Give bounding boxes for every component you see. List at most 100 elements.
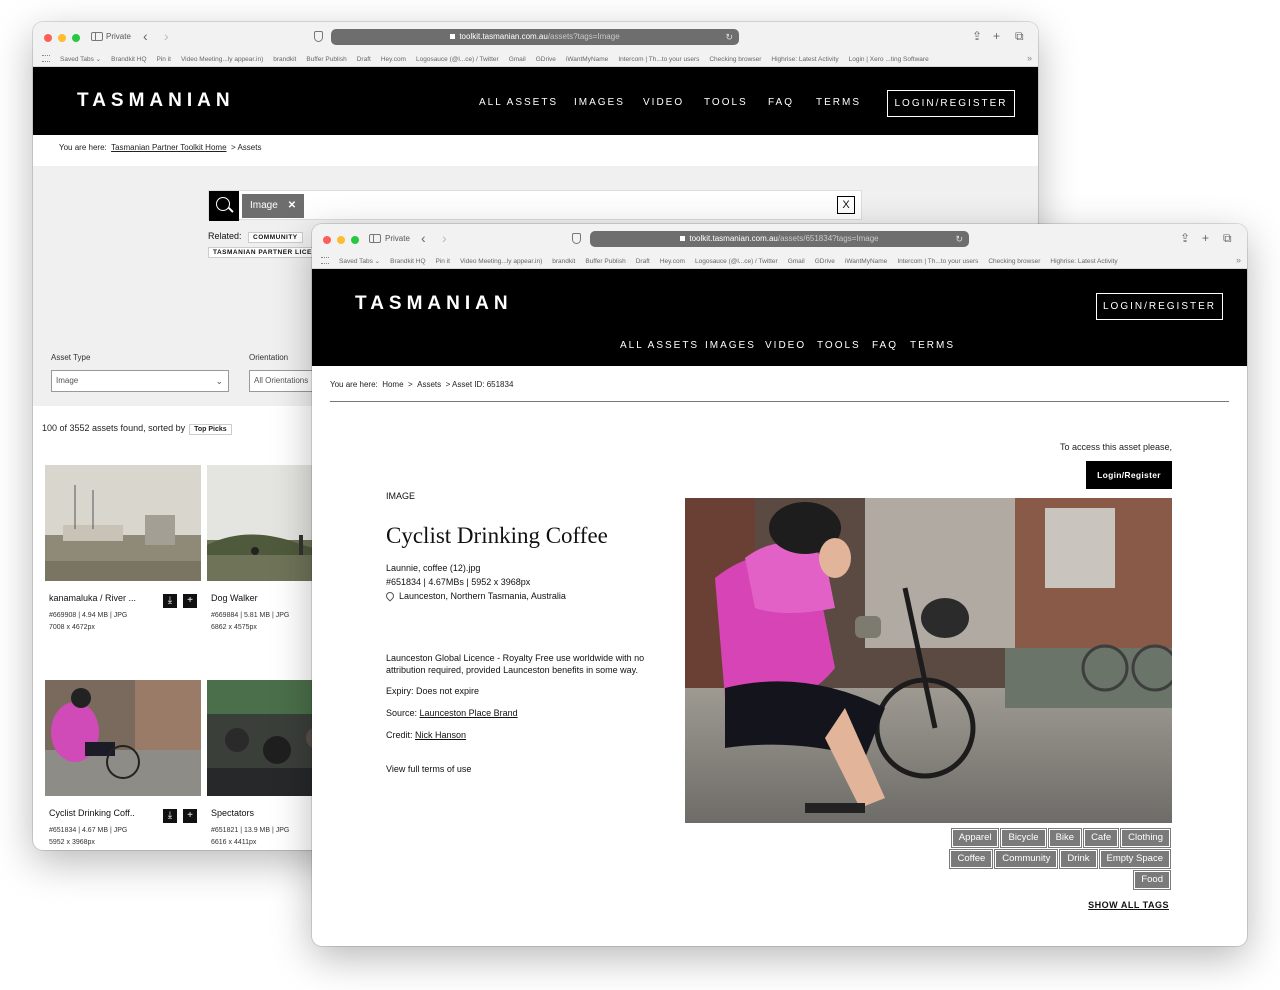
share-icon[interactable]: ⇪ [972, 29, 982, 43]
more-favorites-icon[interactable]: » [1236, 255, 1241, 265]
new-tab-icon[interactable]: + [1202, 231, 1209, 245]
address-bar[interactable]: toolkit.tasmanian.com.au/assets?tags=Ima… [331, 29, 739, 45]
nav-all-assets[interactable]: ALL ASSETS [620, 340, 699, 351]
share-icon[interactable]: ⇪ [1180, 231, 1190, 245]
tag-chip[interactable]: Community [994, 849, 1059, 869]
sort-select[interactable]: Top Picks [189, 424, 232, 435]
sidebar-icon[interactable] [369, 234, 381, 243]
breadcrumb-home-link[interactable]: Home [382, 380, 403, 389]
tag-chip[interactable]: Apparel [950, 828, 1000, 848]
add-to-lightbox-icon[interactable]: + [183, 809, 197, 823]
nav-terms[interactable]: TERMS [816, 97, 861, 108]
nav-terms[interactable]: TERMS [910, 340, 955, 351]
favorite-item[interactable]: iWantMyName [845, 258, 887, 265]
clear-search-button[interactable]: X [837, 196, 855, 214]
tab-overview-icon[interactable]: ⧉ [1015, 29, 1024, 44]
reload-icon[interactable]: ↻ [955, 231, 963, 247]
favorite-item[interactable]: Brandkit HQ [390, 258, 425, 265]
favorite-item[interactable]: Hey.com [381, 56, 406, 63]
favorites-grid-icon[interactable] [42, 55, 50, 62]
favorite-item[interactable]: Intercom | Th...to your users [897, 258, 978, 265]
favorite-item[interactable]: Buffer Publish [585, 258, 625, 265]
asset-thumbnail[interactable] [45, 680, 201, 796]
favorite-item[interactable]: Buffer Publish [306, 56, 346, 63]
shield-icon[interactable] [314, 31, 323, 42]
address-bar[interactable]: toolkit.tasmanian.com.au/assets/651834?t… [590, 231, 969, 247]
tag-chip[interactable]: Coffee [949, 849, 994, 869]
close-window-button[interactable] [323, 236, 331, 244]
favorite-item[interactable]: iWantMyName [566, 56, 608, 63]
favorite-item[interactable]: Highrise: Latest Activity [1050, 258, 1117, 265]
nav-all-assets[interactable]: ALL ASSETS [479, 97, 558, 108]
favorite-item[interactable]: Checking browser [988, 258, 1040, 265]
asset-card[interactable]: kanamaluka / River ... ⤓ + #669908 | 4.9… [45, 465, 201, 631]
terms-link[interactable]: View full terms of use [386, 764, 471, 774]
favorite-item[interactable]: Draft [636, 258, 650, 265]
breadcrumb-home-link[interactable]: Tasmanian Partner Toolkit Home [111, 143, 226, 152]
nav-images[interactable]: IMAGES [705, 340, 756, 351]
related-chip-community[interactable]: COMMUNITY [248, 232, 303, 243]
forward-arrow-icon[interactable]: › [442, 230, 447, 246]
nav-faq[interactable]: FAQ [872, 340, 898, 351]
favorite-item[interactable]: GDrive [815, 258, 835, 265]
add-to-lightbox-icon[interactable]: + [183, 594, 197, 608]
nav-tools[interactable]: TOOLS [817, 340, 861, 351]
tab-overview-icon[interactable]: ⧉ [1223, 231, 1232, 246]
zoom-window-button[interactable] [72, 34, 80, 42]
asset-thumbnail[interactable] [45, 465, 201, 581]
access-login-button[interactable]: Login/Register [1086, 461, 1172, 489]
tag-chip[interactable]: Food [1133, 870, 1171, 890]
new-tab-icon[interactable]: + [993, 29, 1000, 43]
favorite-item[interactable]: GDrive [536, 56, 556, 63]
favorite-item[interactable]: Highrise: Latest Activity [771, 56, 838, 63]
asset-card[interactable]: Cyclist Drinking Coff.. ⤓ + #651834 | 4.… [45, 680, 201, 846]
favorite-item[interactable]: Intercom | Th...to your users [618, 56, 699, 63]
download-icon[interactable]: ⤓ [163, 809, 177, 823]
related-chip-partner-licence[interactable]: TASMANIAN PARTNER LICENC [208, 247, 328, 258]
forward-arrow-icon[interactable]: › [164, 28, 169, 44]
remove-tag-icon[interactable]: ✕ [288, 200, 296, 211]
minimize-window-button[interactable] [337, 236, 345, 244]
site-logo[interactable]: TASMANIAN [77, 90, 235, 112]
favorite-item[interactable]: Video Meeting...ly appear.in) [460, 258, 542, 265]
nav-video[interactable]: VIDEO [643, 97, 684, 108]
favorite-item[interactable]: Brandkit HQ [111, 56, 146, 63]
credit-link[interactable]: Nick Hanson [415, 730, 466, 740]
minimize-window-button[interactable] [58, 34, 66, 42]
favorite-item[interactable]: brandkit [273, 56, 296, 63]
back-arrow-icon[interactable]: ‹ [143, 28, 148, 44]
favorite-item[interactable]: Gmail [788, 258, 805, 265]
login-register-button[interactable]: LOGIN/REGISTER [1096, 293, 1223, 320]
more-favorites-icon[interactable]: » [1027, 53, 1032, 63]
favorite-item[interactable]: Login | Xero ...ting Software [849, 56, 929, 63]
favorite-item[interactable]: Saved Tabs ⌄ [339, 258, 380, 265]
site-logo[interactable]: TASMANIAN [355, 293, 513, 315]
asset-card-title[interactable]: Cyclist Drinking Coff.. [49, 808, 135, 818]
favorite-item[interactable]: Pin it [436, 258, 450, 265]
sidebar-icon[interactable] [91, 32, 103, 41]
favorite-item[interactable]: Logosauce (@l...ce) / Twitter [695, 258, 778, 265]
zoom-window-button[interactable] [351, 236, 359, 244]
favorite-item[interactable]: Gmail [509, 56, 526, 63]
favorites-grid-icon[interactable] [321, 257, 329, 264]
search-bar[interactable]: Image ✕ X [208, 190, 862, 221]
asset-type-select[interactable]: Image ⌄ [51, 370, 229, 392]
close-window-button[interactable] [44, 34, 52, 42]
tag-chip[interactable]: Bicycle [1000, 828, 1047, 848]
favorite-item[interactable]: Video Meeting...ly appear.in) [181, 56, 263, 63]
back-arrow-icon[interactable]: ‹ [421, 230, 426, 246]
nav-tools[interactable]: TOOLS [704, 97, 748, 108]
asset-card-title[interactable]: Dog Walker [211, 593, 258, 603]
shield-icon[interactable] [572, 233, 581, 244]
favorite-item[interactable]: Draft [357, 56, 371, 63]
breadcrumb-assets-link[interactable]: Assets [417, 380, 441, 389]
nav-video[interactable]: VIDEO [765, 340, 806, 351]
login-register-button[interactable]: LOGIN/REGISTER [887, 90, 1015, 117]
nav-images[interactable]: IMAGES [574, 97, 625, 108]
favorite-item[interactable]: Checking browser [709, 56, 761, 63]
tag-chip[interactable]: Empty Space [1098, 849, 1171, 869]
asset-card-title[interactable]: Spectators [211, 808, 254, 818]
favorite-item[interactable]: Logosauce (@l...ce) / Twitter [416, 56, 499, 63]
tag-chip[interactable]: Drink [1059, 849, 1098, 869]
favorite-item[interactable]: Hey.com [660, 258, 685, 265]
